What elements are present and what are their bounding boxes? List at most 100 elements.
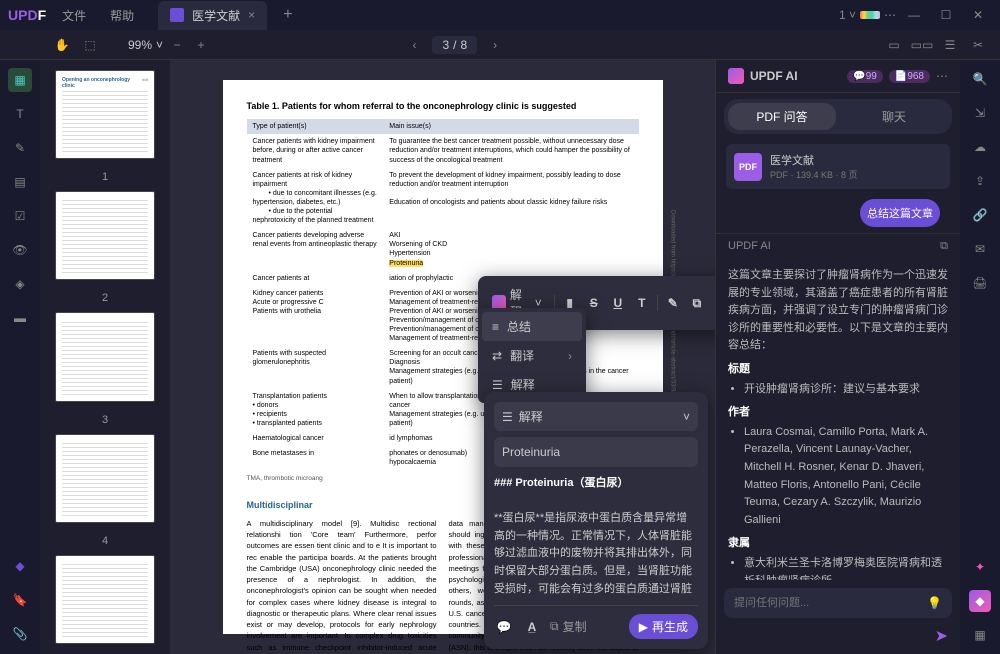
text-tool-icon[interactable]: T (8, 102, 32, 126)
minimize-button[interactable]: — (900, 5, 928, 25)
search-icon[interactable]: 🔍 (969, 68, 991, 90)
settings-icon[interactable]: ◆ (8, 554, 32, 578)
share-icon[interactable]: ⇪ (969, 170, 991, 192)
select-tool-icon[interactable]: ⬚ (80, 35, 100, 55)
ai-input-box[interactable]: 💡 (724, 588, 952, 618)
regenerate-button[interactable]: ▶ 再生成 (629, 614, 698, 639)
version-indicator[interactable]: 1 ˅ (839, 8, 856, 22)
thumbnail-4[interactable] (55, 434, 155, 523)
form-icon[interactable]: ☑ (8, 204, 32, 228)
term-input[interactable]: Proteinuria (494, 437, 698, 467)
app-logo: UPDF (8, 7, 46, 23)
view-single-icon[interactable]: ▭ (884, 35, 904, 55)
thumb-label: 2 (102, 292, 108, 304)
add-tab-button[interactable]: + (283, 6, 292, 24)
thumb-label: 4 (102, 535, 108, 547)
copy-button[interactable]: ⧉ 复制 (550, 618, 587, 635)
attachment-icon[interactable]: 📎 (8, 622, 32, 646)
ai-source-label: UPDF AI (728, 240, 771, 253)
zoom-out-icon[interactable]: − (167, 35, 187, 55)
email-icon[interactable]: ✉ (969, 238, 991, 260)
close-button[interactable]: ✕ (964, 5, 992, 25)
tab-chat[interactable]: 聊天 (840, 103, 948, 130)
explanation-content: ### Proteinuria（蛋白尿） **蛋白尿**是指尿液中蛋白质含量异常… (494, 475, 698, 595)
left-sidebar: ▦ T ✎ ▤ ☑ 👁 ◈ ▬ ◆ 🔖 📎 (0, 60, 40, 654)
pages-icon[interactable]: ▤ (8, 170, 32, 194)
menu-summarize[interactable]: ≡总结 (482, 312, 582, 341)
cloud-icon[interactable]: ☁ (969, 136, 991, 158)
ai-panel-title: UPDF AI (750, 69, 841, 83)
summarize-button[interactable]: 总结这篇文章 (860, 199, 940, 227)
ocr-icon[interactable]: 👁 (8, 238, 32, 262)
maximize-button[interactable]: ☐ (932, 5, 960, 25)
close-icon[interactable]: × (248, 8, 255, 22)
ai-action-menu: ≡总结 ⇄翻译› ☰解释 (478, 308, 586, 403)
right-sidebar: 🔍 ⇲ ☁ ⇪ 🔗 ✉ 🖨 ✦ ◆ ▦ (960, 60, 1000, 654)
menu-translate[interactable]: ⇄翻译› (482, 341, 582, 370)
ai-question-input[interactable] (734, 597, 921, 609)
redact-icon[interactable]: ▬ (8, 306, 32, 330)
theme-icon[interactable] (860, 11, 880, 19)
more-icon[interactable]: ⋯ (712, 293, 715, 313)
view-continuous-icon[interactable]: ☰ (940, 35, 960, 55)
thumbnail-5[interactable] (55, 555, 155, 644)
chat-icon[interactable]: 💬 (494, 617, 514, 637)
titlebar: UPDF 文件 帮助 医学文献 × + 1 ˅ ⋯ — ☐ ✕ (0, 0, 1000, 30)
grid-icon[interactable]: ▦ (969, 624, 991, 646)
chevron-down-icon[interactable]: ˅ (156, 38, 163, 52)
thumbnail-3[interactable] (55, 312, 155, 401)
thumbnail-panel: Opening an onconephrology clinicndt 1 2 … (40, 60, 170, 654)
protect-icon[interactable]: ◈ (8, 272, 32, 296)
note-icon[interactable]: ✎ (664, 293, 682, 313)
export-icon[interactable]: ⇲ (969, 102, 991, 124)
strikethrough-icon[interactable]: S (585, 293, 603, 313)
menu-file[interactable]: 文件 (54, 3, 94, 28)
zoom-level[interactable]: 99% (128, 38, 152, 52)
document-viewport[interactable]: Downloaded from https://academic.oup.com… (170, 60, 715, 654)
hand-tool-icon[interactable]: ✋ (52, 35, 72, 55)
highlighted-term[interactable]: Proteinuria (389, 260, 423, 267)
toolbar: ✋ ⬚ 99% ˅ − + ‹ 3/8 › ▭ ▭▭ ☰ ✂ (0, 30, 1000, 60)
ai-summary-content: 这篇文章主要探讨了肿瘤肾病作为一个迅速发展的专业领域，其涵盖了癌症患者的所有肾脏… (716, 259, 960, 580)
prev-page-icon[interactable]: ‹ (404, 35, 424, 55)
badge-1: 💬99 (847, 70, 883, 83)
crop-icon[interactable]: ✂ (968, 35, 988, 55)
badge-2: 📄968 (889, 70, 930, 83)
sparkle-icon[interactable]: ✦ (969, 556, 991, 578)
lightbulb-icon[interactable]: 💡 (927, 596, 942, 610)
thumb-label: 3 (102, 414, 108, 426)
zoom-in-icon[interactable]: + (191, 35, 211, 55)
tab-pdf-qa[interactable]: PDF 问答 (728, 103, 836, 130)
pdf-file-icon: PDF (734, 153, 762, 181)
ai-explain-panel: ☰解释˅ Proteinuria ### Proteinuria（蛋白尿） **… (484, 392, 708, 649)
more-icon[interactable]: ⋯ (884, 8, 896, 22)
file-chip[interactable]: PDF 医学文献 PDF · 139.4 KB · 8 页 (726, 144, 950, 189)
page-indicator[interactable]: 3/8 (432, 36, 477, 54)
next-page-icon[interactable]: › (485, 35, 505, 55)
link-icon[interactable]: 🔗 (969, 204, 991, 226)
thumbnail-1[interactable]: Opening an onconephrology clinicndt (55, 70, 155, 159)
thumb-label: 1 (102, 171, 108, 183)
text-icon[interactable]: T (633, 293, 651, 313)
ai-toggle-icon[interactable]: ◆ (969, 590, 991, 612)
underline-icon[interactable]: U (609, 293, 627, 313)
ai-logo-icon (728, 68, 744, 84)
view-facing-icon[interactable]: ▭▭ (912, 35, 932, 55)
bookmark-icon[interactable]: 🔖 (8, 588, 32, 612)
ai-panel: UPDF AI 💬99 📄968 ⋯ PDF 问答 聊天 PDF 医学文献 PD… (715, 60, 960, 654)
send-button[interactable]: ➤ (935, 626, 948, 646)
copy-icon[interactable]: ⧉ (688, 293, 706, 313)
more-icon[interactable]: ⋯ (936, 69, 948, 83)
print-icon[interactable]: 🖨 (969, 272, 991, 294)
tab-title: 医学文献 (192, 7, 240, 24)
thumbnails-icon[interactable]: ▦ (8, 68, 32, 92)
menu-help[interactable]: 帮助 (102, 3, 142, 28)
text-format-icon[interactable]: A̲ (522, 617, 542, 637)
mode-selector[interactable]: ☰解释˅ (494, 402, 698, 431)
pdf-icon (170, 8, 184, 22)
copy-all-icon[interactable]: ⧉ (940, 240, 948, 253)
comment-icon[interactable]: ✎ (8, 136, 32, 160)
thumbnail-2[interactable] (55, 191, 155, 280)
document-tab[interactable]: 医学文献 × (158, 1, 267, 30)
table-title: Table 1. Patients for whom referral to t… (247, 100, 639, 113)
